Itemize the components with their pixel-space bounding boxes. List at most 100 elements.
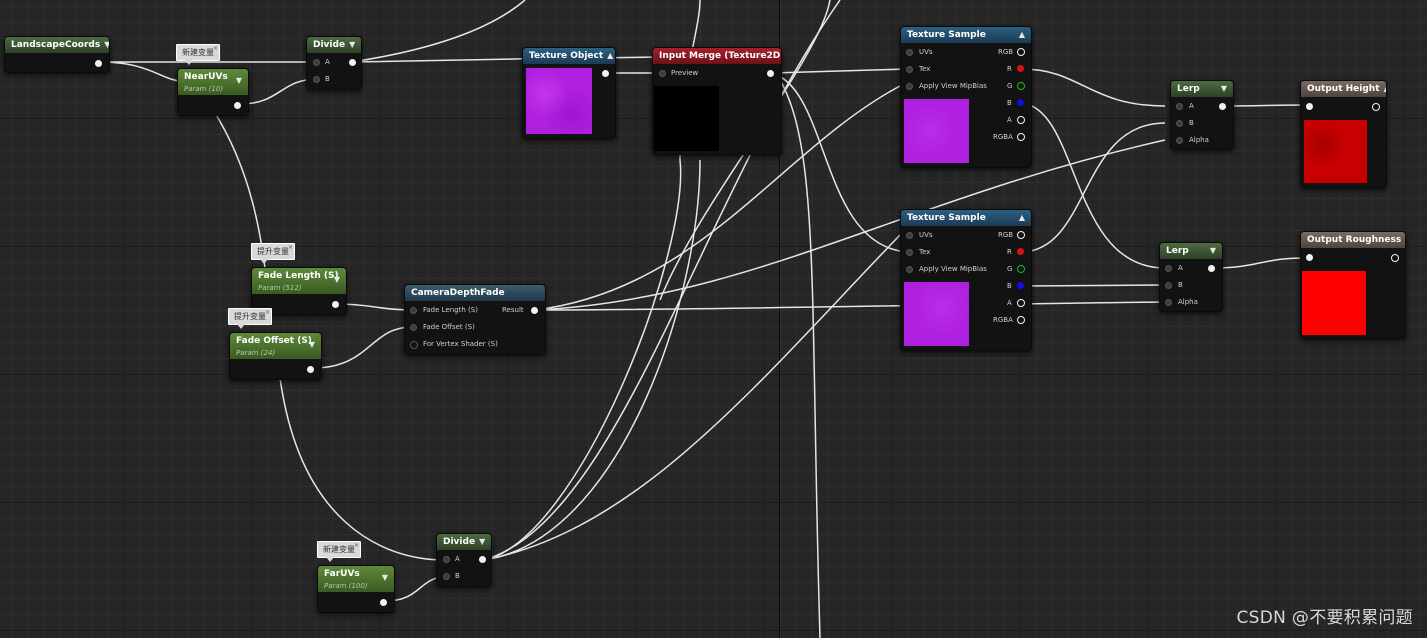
input-pin-mipbias[interactable]	[906, 266, 913, 273]
output-pin[interactable]	[1391, 254, 1399, 262]
variable-tag-tooltip: 提升变量 ×	[228, 308, 272, 329]
collapse-triangle-icon[interactable]: ▼	[349, 37, 355, 53]
input-pin-preview[interactable]	[659, 70, 666, 77]
lerp-node-1[interactable]: Lerp ▼ A B Alpha	[1170, 80, 1234, 150]
output-height-node[interactable]: Output Height ▲	[1300, 80, 1387, 188]
output-pin[interactable]	[234, 102, 241, 109]
input-pin-fade-length[interactable]	[410, 307, 417, 314]
output-pin-rgb[interactable]	[1017, 231, 1025, 239]
collapse-triangle-icon[interactable]: ▲	[1019, 210, 1025, 226]
output-pin[interactable]	[307, 366, 314, 373]
output-pin[interactable]	[380, 599, 387, 606]
node-title: CameraDepthFade	[411, 288, 505, 298]
close-icon[interactable]: ×	[354, 542, 359, 549]
output-pin-b[interactable]	[1017, 99, 1024, 106]
far-uvs-node[interactable]: FarUVs Param (100) ▼	[317, 565, 395, 613]
output-pin[interactable]	[95, 60, 102, 67]
output-pin-a[interactable]	[1017, 116, 1025, 124]
input-pin[interactable]	[1306, 254, 1313, 261]
close-icon[interactable]: ×	[288, 244, 293, 251]
node-title: Divide	[313, 40, 346, 50]
collapse-triangle-icon[interactable]: ▼	[1221, 81, 1227, 97]
input-pin-alpha[interactable]	[1165, 299, 1172, 306]
collapse-triangle-icon[interactable]: ▲	[1019, 27, 1025, 43]
texture-sample-node-2[interactable]: Texture Sample ▲ UVs Tex Apply View MipBi…	[900, 209, 1032, 351]
output-pin[interactable]	[1219, 103, 1226, 110]
collapse-triangle-icon[interactable]: ▼	[236, 75, 242, 87]
texture-sample-node-1[interactable]: Texture Sample ▲ UVs Tex Apply View MipBi…	[900, 26, 1032, 168]
output-pin-g[interactable]	[1017, 82, 1025, 90]
output-pin-a[interactable]	[1017, 299, 1025, 307]
input-pin-vertex-shader[interactable]	[410, 341, 418, 349]
input-pin-a[interactable]	[1176, 103, 1183, 110]
input-pin-b[interactable]	[443, 573, 450, 580]
lerp-node-2[interactable]: Lerp ▼ A B Alpha	[1159, 242, 1223, 312]
wire-fadeoffset-to-divide2	[279, 377, 446, 561]
output-pin[interactable]	[767, 70, 774, 77]
collapse-triangle-icon[interactable]: ▼	[382, 572, 388, 584]
input-pin-tex[interactable]	[906, 249, 913, 256]
output-pin[interactable]	[349, 59, 356, 66]
material-graph-canvas[interactable]: LandscapeCoords ▼ 新建变量 × NearUVs Param (10)…	[0, 0, 1427, 638]
close-icon[interactable]: ×	[213, 45, 218, 52]
collapse-triangle-icon[interactable]: ▲	[607, 48, 613, 64]
divide-node[interactable]: Divide ▼ A B	[306, 36, 362, 90]
input-pin-b[interactable]	[313, 76, 320, 83]
input-pin-alpha[interactable]	[1176, 137, 1183, 144]
output-pin-rgba[interactable]	[1017, 133, 1025, 141]
output-pin-rgb[interactable]	[1017, 48, 1025, 56]
input-merge-node[interactable]: Input Merge (Texture2D)▲ Preview	[652, 47, 782, 155]
collapse-triangle-icon[interactable]: ▼	[104, 37, 109, 53]
tag-label: 提升变量	[257, 247, 289, 256]
input-pin-a[interactable]	[1165, 265, 1172, 272]
wire-divide2-out-4	[483, 159, 701, 561]
fade-offset-node[interactable]: Fade Offset (S) Param (24) ▼	[229, 332, 322, 380]
wire-fadeoffset-to-cdf	[312, 326, 413, 369]
output-pin-g[interactable]	[1017, 265, 1025, 273]
input-pin-uvs[interactable]	[906, 49, 913, 56]
landscape-coords-node[interactable]: LandscapeCoords ▼	[4, 36, 110, 73]
collapse-triangle-icon[interactable]: ▲	[1384, 81, 1386, 97]
input-pin-a[interactable]	[443, 556, 450, 563]
input-pin-a[interactable]	[313, 59, 320, 66]
near-uvs-node[interactable]: NearUVs Param (10) ▼	[177, 68, 249, 116]
collapse-triangle-icon[interactable]: ▼	[1210, 243, 1216, 259]
wire-cdf-to-lerp1-alpha	[534, 139, 1166, 311]
input-pin-tex[interactable]	[906, 66, 913, 73]
texture-object-node[interactable]: Texture Object ▲	[522, 47, 616, 139]
output-roughness-node[interactable]: Output Roughness▲	[1300, 231, 1406, 339]
output-pin[interactable]	[332, 301, 339, 308]
collapse-triangle-icon[interactable]: ▼	[479, 534, 485, 550]
input-pin-b[interactable]	[1176, 120, 1183, 127]
input-pin-mipbias[interactable]	[906, 83, 913, 90]
output-pin[interactable]	[1372, 103, 1380, 111]
wire-cdf-to-lerp2-alpha	[534, 301, 1166, 311]
pin-label: A	[1178, 264, 1183, 272]
tag-label: 新建变量	[182, 48, 214, 57]
node-title: Fade Offset (S)	[236, 336, 312, 346]
height-preview	[1304, 120, 1367, 183]
collapse-triangle-icon[interactable]: ▼	[309, 339, 315, 351]
output-pin-r[interactable]	[1017, 65, 1024, 72]
divide-node-bottom[interactable]: Divide ▼ A B	[436, 533, 492, 587]
node-title: Lerp	[1166, 246, 1189, 256]
input-pin-b[interactable]	[1165, 282, 1172, 289]
output-pin-r[interactable]	[1017, 248, 1024, 255]
output-pin[interactable]	[602, 70, 609, 77]
input-pin[interactable]	[1306, 103, 1313, 110]
output-pin[interactable]	[1208, 265, 1215, 272]
node-title: Output Roughness	[1307, 235, 1402, 245]
input-pin-uvs[interactable]	[906, 232, 913, 239]
collapse-triangle-icon[interactable]: ▼	[334, 274, 340, 286]
pin-label: Preview	[671, 69, 699, 77]
camera-depth-fade-node[interactable]: CameraDepthFade Fade Length (S) Fade Off…	[404, 284, 546, 355]
output-pin-result[interactable]	[531, 307, 538, 314]
node-title: Input Merge (Texture2D)	[659, 51, 781, 61]
wire-nearuvs-to-divide-b	[239, 78, 317, 105]
pin-label: RGBA	[993, 133, 1013, 141]
input-pin-fade-offset[interactable]	[410, 324, 417, 331]
output-pin[interactable]	[479, 556, 486, 563]
close-icon[interactable]: ×	[265, 309, 270, 316]
output-pin-rgba[interactable]	[1017, 316, 1025, 324]
output-pin-b[interactable]	[1017, 282, 1024, 289]
